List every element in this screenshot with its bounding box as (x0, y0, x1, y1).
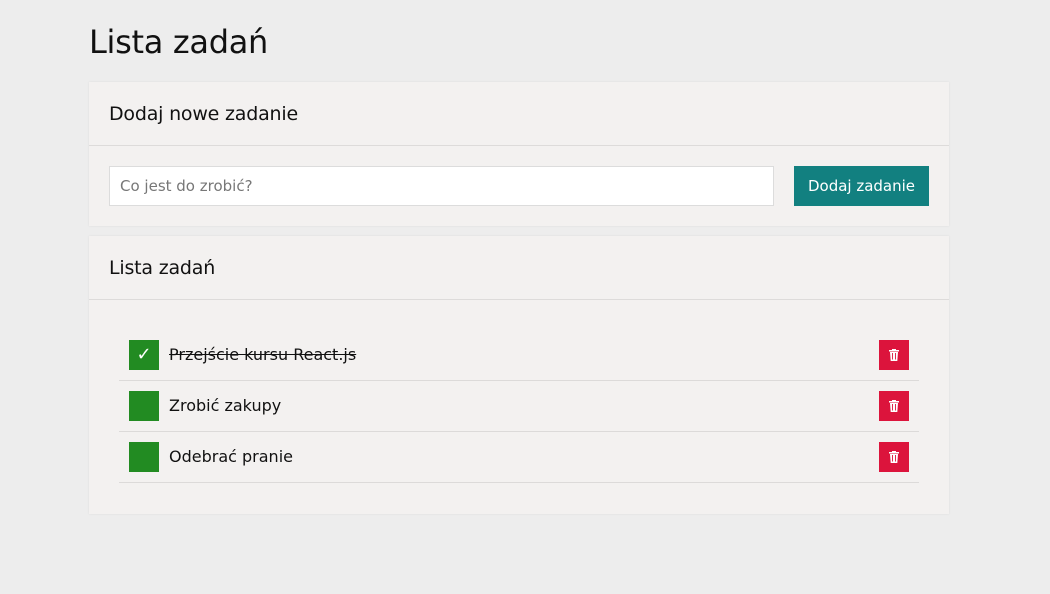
page-title: Lista zadań (89, 23, 269, 61)
task-item: Zrobić zakupy (119, 381, 919, 432)
task-list-heading: Lista zadań (109, 256, 216, 279)
task-item: Odebrać pranie (119, 432, 919, 483)
add-task-heading: Dodaj nowe zadanie (109, 102, 298, 125)
trash-icon (889, 451, 899, 463)
task-text: Zrobić zakupy (169, 396, 282, 415)
add-task-card: Dodaj nowe zadanie Dodaj zadanie (89, 82, 949, 226)
delete-task-button[interactable] (879, 391, 909, 421)
task-checkbox[interactable] (129, 442, 159, 472)
delete-task-button[interactable] (879, 442, 909, 472)
task-list: ✓ Przejście kursu React.js Zrobić zakupy… (119, 330, 919, 483)
task-list-header: Lista zadań (89, 236, 949, 300)
delete-task-button[interactable] (879, 340, 909, 370)
new-task-input[interactable] (109, 166, 774, 206)
task-checkbox[interactable]: ✓ (129, 340, 159, 370)
task-text: Odebrać pranie (169, 447, 293, 466)
task-item: ✓ Przejście kursu React.js (119, 330, 919, 381)
add-task-button[interactable]: Dodaj zadanie (794, 166, 929, 206)
check-icon: ✓ (136, 344, 152, 365)
trash-icon (889, 400, 899, 412)
task-list-card: Lista zadań ✓ Przejście kursu React.js Z… (89, 236, 949, 514)
task-checkbox[interactable] (129, 391, 159, 421)
trash-icon (889, 349, 899, 361)
add-task-header: Dodaj nowe zadanie (89, 82, 949, 146)
task-text: Przejście kursu React.js (169, 345, 357, 364)
add-task-form: Dodaj zadanie (109, 166, 929, 206)
